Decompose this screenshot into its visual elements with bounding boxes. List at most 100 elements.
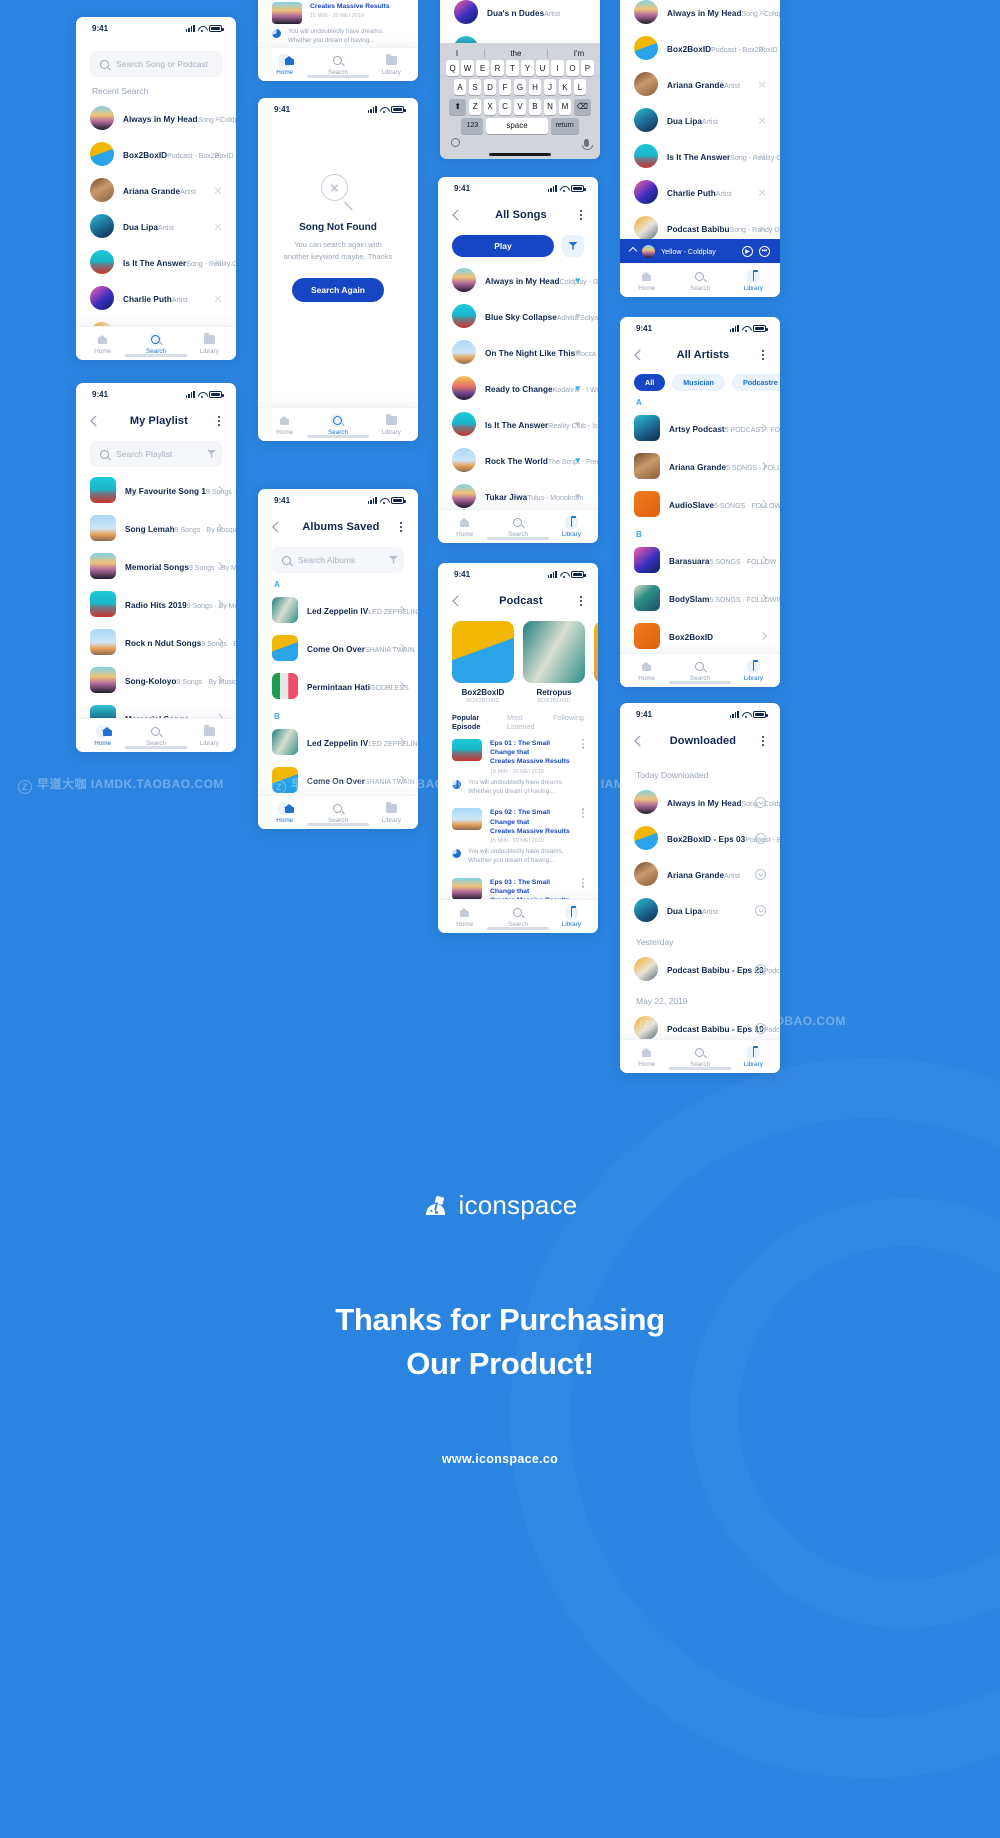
key-b[interactable]: B: [528, 98, 542, 115]
tab-library[interactable]: Library: [545, 515, 598, 538]
back-icon[interactable]: [634, 349, 646, 361]
remove-icon[interactable]: [214, 294, 222, 302]
download-icon[interactable]: [755, 904, 766, 916]
list-item[interactable]: Box2BoxID - Eps 03Podcast - Box2BoxID: [620, 820, 780, 856]
tab-library[interactable]: Library: [365, 801, 418, 824]
list-item[interactable]: Led Zeppelin IVLED ZEPPELIN: [258, 723, 418, 761]
now-playing-bar[interactable]: Yellow - Coldplay ▶ ⏭: [620, 239, 780, 263]
list-item[interactable]: Is It The AnswerSong - Reality Club: [76, 244, 236, 280]
filter-chip[interactable]: Podcastre: [731, 374, 780, 391]
list-item[interactable]: Ready to ChangeKodaline - I Wouldn't Be♥: [438, 370, 598, 406]
remove-icon[interactable]: [758, 224, 766, 232]
download-icon[interactable]: [755, 832, 766, 844]
tab-library[interactable]: Library: [183, 332, 236, 355]
tab-search[interactable]: Search: [673, 660, 726, 682]
suggestion[interactable]: the: [510, 49, 521, 58]
keyboard-suggestions[interactable]: Ithe I'm: [443, 46, 597, 60]
list-item[interactable]: Memorial Songs9 Songs · By MusicFactory: [76, 547, 236, 585]
tab-search[interactable]: Search: [129, 725, 182, 747]
tab-home[interactable]: Home: [258, 414, 311, 436]
back-icon[interactable]: [634, 735, 646, 747]
list-item[interactable]: Dua LipaArtist: [620, 892, 780, 928]
download-icon[interactable]: [755, 868, 766, 880]
list-item[interactable]: Come On OverSHANIA TWAIN: [258, 629, 418, 667]
list-item[interactable]: Box2BoxIDPodcast - Box2BoxID: [76, 136, 236, 172]
download-icon[interactable]: [755, 796, 766, 808]
back-icon[interactable]: [272, 521, 284, 533]
list-item[interactable]: On The Night Like ThisMocca - Adelaide S…: [438, 334, 598, 370]
podcast-card[interactable]: Retropus BOX2BOXID: [523, 621, 585, 704]
episode-row[interactable]: Creates Massive Results 15 MIN · 20 MEI …: [258, 0, 418, 26]
list-item[interactable]: Rock n Ndut Songs9 Songs · By MusicFacto…: [76, 623, 236, 661]
filter-chip[interactable]: Musician: [672, 374, 725, 391]
key-w[interactable]: W: [461, 60, 474, 77]
list-item[interactable]: Radio Hits 20199 Songs · By MusicFactory: [76, 585, 236, 623]
key-o[interactable]: O: [566, 60, 579, 77]
list-item[interactable]: My Favourite Song 19 Songs · By Brian: [76, 471, 236, 509]
tab-search[interactable]: Search: [673, 270, 726, 292]
list-item[interactable]: BodySlam5 SONGS · FOLLOWING: [620, 579, 780, 617]
keyboard-row-4[interactable]: 123 space return: [443, 117, 597, 134]
list-item[interactable]: Dua LipaArtist: [76, 208, 236, 244]
key-a[interactable]: A: [453, 79, 467, 96]
tab-library[interactable]: Library: [365, 53, 418, 76]
key-r[interactable]: R: [491, 60, 504, 77]
next-icon[interactable]: ⏭: [759, 245, 770, 257]
tab-home[interactable]: Home: [258, 53, 311, 76]
emoji-icon[interactable]: [451, 138, 460, 147]
podcast-tab[interactable]: Popular Episode: [452, 713, 494, 731]
tab-home[interactable]: Home: [258, 801, 311, 824]
key-p[interactable]: P: [581, 60, 594, 77]
podcast-card[interactable]: PodcastBOX2BOXID: [594, 621, 598, 704]
back-icon[interactable]: [90, 415, 102, 427]
search-albums-input[interactable]: Search Albums: [272, 547, 404, 573]
list-item[interactable]: Ariana GrandeArtist: [76, 172, 236, 208]
tab-home[interactable]: Home: [76, 333, 129, 355]
tab-home[interactable]: Home: [620, 270, 673, 292]
podcast-tabs[interactable]: Popular Episode Most Listened Following: [438, 704, 598, 733]
tab-search[interactable]: Search: [491, 516, 544, 538]
like-icon[interactable]: ♥: [575, 276, 584, 285]
episode-block[interactable]: Eps 02 : The Small Change that Creates Ma…: [438, 802, 598, 871]
tab-home[interactable]: Home: [620, 660, 673, 682]
list-item[interactable]: Dua's n DudesArtist: [440, 0, 600, 30]
list-item[interactable]: AudioSlave5 SONGS · FOLLOW: [620, 485, 780, 523]
key-q[interactable]: Q: [446, 60, 459, 77]
list-item[interactable]: Song Lemah9 Songs · By Bosque: [76, 509, 236, 547]
list-item[interactable]: Always in My HeadColdplay - Ghost Storie…: [438, 262, 598, 298]
episode-block[interactable]: Eps 01 : The Small Change that Creates Ma…: [438, 733, 598, 802]
more-icon[interactable]: [579, 596, 582, 606]
filter-icon[interactable]: [389, 556, 398, 564]
space-key[interactable]: space: [486, 117, 548, 134]
key-d[interactable]: D: [483, 79, 497, 96]
list-item[interactable]: Artsy Podcast5 PODCAST · FOLLOW: [620, 409, 780, 447]
key-u[interactable]: U: [536, 60, 549, 77]
chevron-up-icon[interactable]: [628, 246, 638, 256]
like-icon[interactable]: ♥: [575, 312, 584, 321]
remove-icon[interactable]: [758, 152, 766, 160]
tab-library[interactable]: Library: [727, 1045, 780, 1068]
key-i[interactable]: I: [551, 60, 564, 77]
list-item[interactable]: Box2BoxID: [620, 617, 780, 655]
like-icon[interactable]: ♥: [575, 456, 584, 465]
list-item[interactable]: Ariana GrandeArtist: [620, 66, 780, 102]
numbers-key[interactable]: 123: [461, 117, 484, 134]
list-item[interactable]: Rock The WorldThe Script - Freedom Child…: [438, 442, 598, 478]
more-icon[interactable]: [581, 808, 584, 844]
list-item[interactable]: Box2BoxIDPodcast - Box2BoxID: [620, 30, 780, 66]
list-item[interactable]: Come On OverSHANIA TWAIN: [258, 761, 418, 799]
tab-search[interactable]: Search: [311, 54, 364, 76]
search-playlist-input[interactable]: Search Playlist: [90, 441, 222, 467]
filter-button[interactable]: [562, 235, 584, 257]
website-url[interactable]: www.iconspace.co: [0, 1450, 1000, 1468]
backspace-key[interactable]: ⌫: [573, 98, 591, 115]
filter-icon[interactable]: [207, 450, 216, 458]
like-icon[interactable]: ♥: [575, 384, 584, 393]
tab-library[interactable]: Library: [727, 659, 780, 682]
list-item[interactable]: Ariana GrandeArtist: [620, 856, 780, 892]
shift-key[interactable]: ⬆: [449, 98, 467, 115]
return-key[interactable]: return: [550, 117, 579, 134]
remove-icon[interactable]: [214, 186, 222, 194]
list-item[interactable]: Led Zeppelin IVLED ZEPPELIN: [258, 591, 418, 629]
list-item[interactable]: Barasuara5 SONGS · FOLLOW: [620, 541, 780, 579]
